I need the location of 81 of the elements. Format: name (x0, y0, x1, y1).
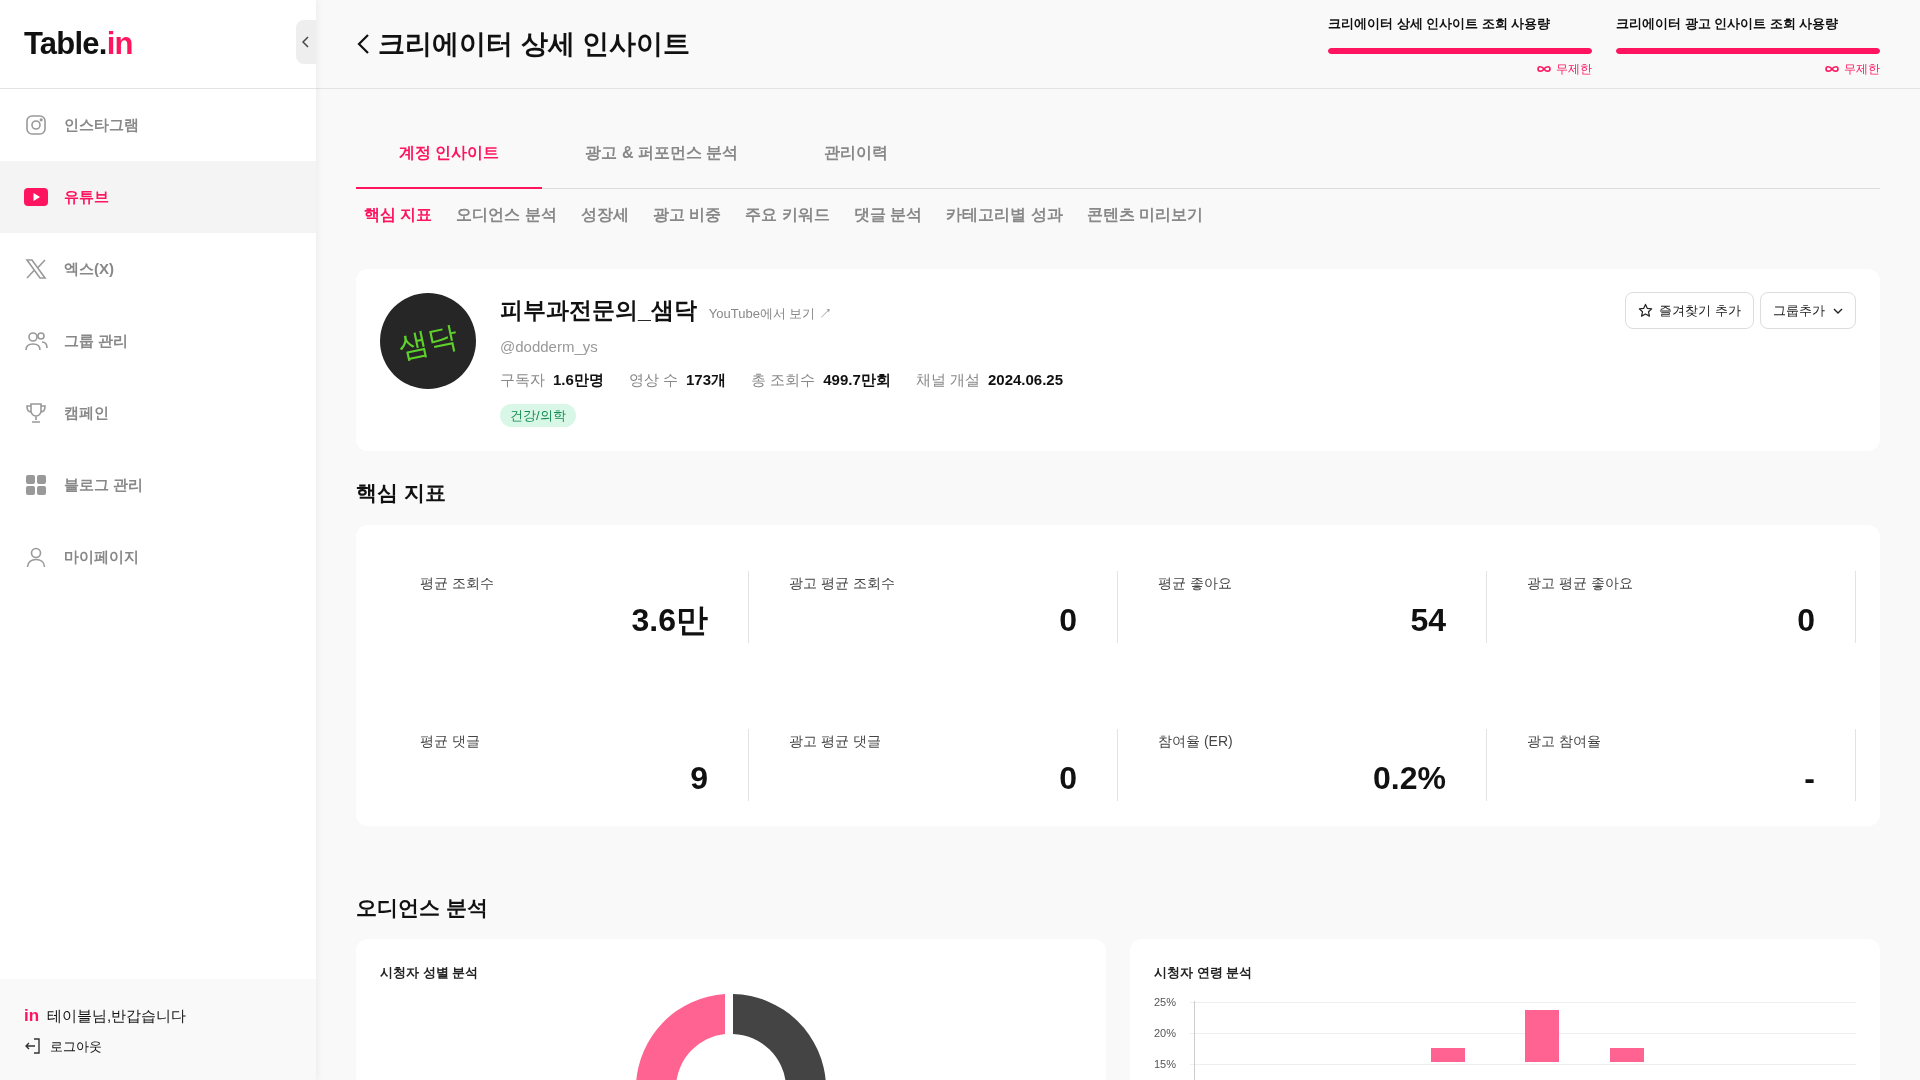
sidebar-item[interactable]: 엑스(X) (0, 233, 316, 305)
back-button[interactable] (356, 33, 370, 55)
x-icon (25, 258, 47, 280)
metric-label: 참여율 (ER) (1158, 732, 1234, 751)
metric-label: 광고 평균 댓글 (789, 732, 882, 751)
stat-label: 채널 개설 (915, 370, 980, 390)
metric-label: 평균 조회수 (420, 573, 495, 593)
section-title: 오디언스 분석 (356, 894, 489, 921)
youtube-link[interactable]: YouTube에서 보기 ↗ (708, 304, 833, 324)
sub-tab[interactable]: 주요 키워드 (745, 203, 830, 227)
stat-value: 1.6만명 (553, 370, 604, 390)
metric-value: 0 (1797, 603, 1815, 636)
stat-value: 499.7만회 (823, 370, 891, 390)
chevron-down-icon (1833, 307, 1843, 314)
sidebar-item[interactable]: 유튜브 (0, 161, 316, 233)
infinity-icon (1536, 64, 1552, 73)
page-title: 크리에이터 상세 인사이트 (378, 27, 690, 61)
axis-tick-label: 15% (1154, 1057, 1178, 1073)
group-dropdown[interactable]: 그룹추가 (1760, 292, 1856, 329)
sub-tab[interactable]: 콘텐츠 미리보기 (1086, 203, 1204, 227)
metric-value: - (1804, 762, 1815, 794)
stat-value: 173개 (686, 370, 727, 390)
metric-value: 0 (1059, 603, 1077, 636)
metric-label: 광고 평균 조회수 (789, 573, 896, 593)
back-icon (356, 33, 370, 55)
brand-mark: in (24, 1005, 40, 1027)
chart-title: 시청자 연령 분석 (1154, 964, 1254, 982)
camera-icon (25, 114, 47, 136)
stat-value: 2024.06.25 (987, 370, 1064, 390)
metric-value: 0 (1059, 762, 1077, 794)
grid-icon (25, 474, 47, 496)
sidebar-item[interactable]: 블로그 관리 (0, 449, 316, 521)
sub-tab[interactable]: 핵심 지표 (364, 203, 433, 227)
tab[interactable]: 계정 인사이트 (356, 127, 543, 189)
stat-label: 총 조회수 (751, 370, 816, 390)
usage-label: 크리에이터 상세 인사이트 조회 사용량 (1328, 15, 1552, 33)
metric-value: 0.2% (1373, 762, 1446, 794)
people-icon (24, 330, 48, 352)
logo: Table.in (24, 24, 133, 63)
chevron-left-icon (302, 36, 310, 48)
usage-limit: 무제한 (1844, 60, 1880, 78)
channel-handle: @dodderm_ys (500, 336, 599, 357)
section-title: 핵심 지표 (356, 480, 447, 506)
usage-label: 크리에이터 광고 인사이트 조회 사용량 (1616, 15, 1840, 33)
tab[interactable]: 관리이력 (781, 127, 932, 189)
greeting-text: 테이블님,반갑습니다 (47, 1005, 187, 1026)
stat-label: 영상 수 (628, 370, 679, 390)
chart-title: 시청자 성별 분석 (380, 964, 480, 982)
sub-tab[interactable]: 광고 비중 (652, 203, 722, 227)
tab[interactable]: 광고 & 퍼포먼스 분석 (542, 127, 782, 189)
metric-label: 평균 댓글 (420, 732, 481, 751)
person-icon (25, 546, 47, 568)
sub-tab[interactable]: 오디언스 분석 (456, 203, 557, 227)
stat-label: 구독자 (500, 370, 545, 390)
play-icon (24, 188, 48, 206)
metric-value: 54 (1410, 603, 1446, 636)
trophy-icon (25, 402, 47, 424)
sub-tab[interactable]: 성장세 (580, 203, 629, 227)
sidebar-item[interactable]: 그룹 관리 (0, 305, 316, 377)
category-tag: 건강/의학 (500, 403, 576, 427)
channel-name: 피부과전문의_샘닥 (500, 296, 697, 325)
star-icon (1638, 303, 1654, 318)
metric-label: 광고 참여율 (1527, 732, 1602, 751)
sidebar-item[interactable]: 캠페인 (0, 377, 316, 449)
channel-avatar: 샘닥 (380, 293, 476, 389)
sub-tab[interactable]: 댓글 분석 (853, 203, 923, 227)
metric-label: 평균 좋아요 (1158, 573, 1233, 593)
logout-icon (24, 1037, 42, 1056)
collapse-button[interactable] (296, 20, 316, 64)
axis-tick-label: 25% (1154, 995, 1178, 1011)
usage-limit: 무제한 (1556, 60, 1592, 78)
infinity-icon (1824, 64, 1840, 73)
logout-link[interactable]: 로그아웃 (24, 1036, 292, 1056)
sub-tab[interactable]: 카테고리별 성과 (946, 203, 1063, 227)
metric-value: 3.6만 (631, 603, 708, 636)
sidebar-item[interactable]: 인스타그램 (0, 89, 316, 161)
axis-tick-label: 20% (1154, 1026, 1178, 1042)
metric-value: 9 (690, 762, 708, 794)
metric-label: 광고 평균 좋아요 (1527, 573, 1634, 593)
sidebar-item[interactable]: 마이페이지 (0, 521, 316, 593)
favorite-button[interactable]: 즐겨찾기 추가 (1625, 292, 1754, 329)
